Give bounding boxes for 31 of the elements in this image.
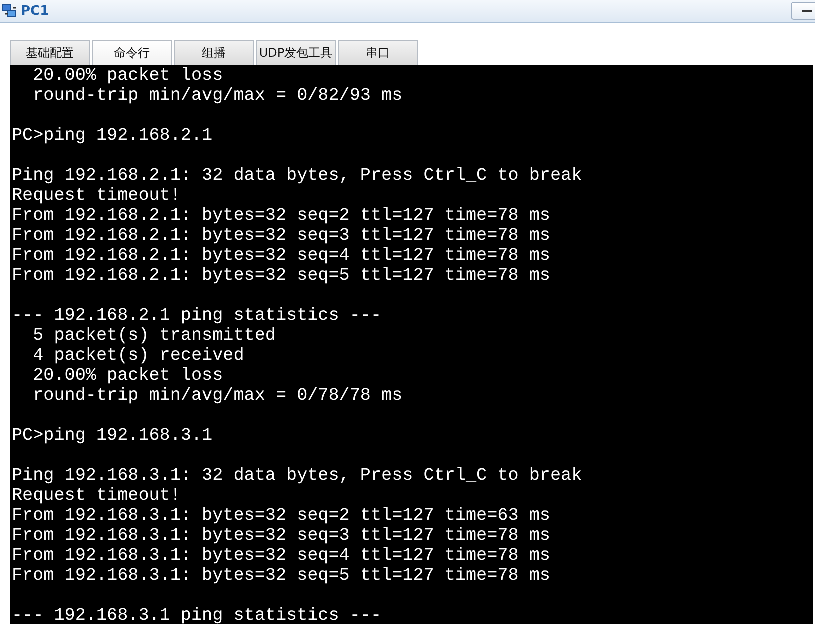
console-line: From 192.168.3.1: bytes=32 seq=2 ttl=127 time=63 ms (12, 506, 550, 526)
window-title: PC1 (21, 4, 50, 18)
console-line: Request timeout! (12, 486, 181, 506)
console-line: From 192.168.3.1: bytes=32 seq=3 ttl=127 time=78 ms (12, 526, 550, 546)
console-line: PC>ping 192.168.3.1 (12, 426, 213, 446)
console-line: From 192.168.3.1: bytes=32 seq=4 ttl=127 time=78 ms (12, 546, 550, 566)
console-line: Ping 192.168.3.1: 32 data bytes, Press Ctrl_C to break (12, 466, 582, 486)
tab[interactable]: 基础配置 (10, 40, 90, 65)
console-line: From 192.168.2.1: bytes=32 seq=4 ttl=127 time=78 ms (12, 246, 550, 266)
console-line: PC>ping 192.168.2.1 (12, 126, 213, 146)
console-line: 20.00% packet loss (32, 66, 224, 86)
console-line: From 192.168.3.1: bytes=32 seq=5 ttl=127 time=78 ms (12, 566, 550, 586)
console-line: From 192.168.2.1: bytes=32 seq=3 ttl=127 time=78 ms (12, 226, 550, 246)
console-line: From 192.168.2.1: bytes=32 seq=5 ttl=127 time=78 ms (12, 266, 550, 286)
tab[interactable]: 串口 (338, 40, 418, 65)
console-line: 4 packet(s) received (32, 346, 244, 366)
console-line: Ping 192.168.2.1: 32 data bytes, Press Ctrl_C to break (12, 166, 582, 186)
console-line: From 192.168.2.1: bytes=32 seq=2 ttl=127 time=78 ms (12, 206, 550, 226)
network-icon (2, 3, 18, 19)
tab[interactable]: 组播 (174, 40, 254, 65)
console-line: --- 192.168.3.1 ping statistics --- (12, 606, 382, 624)
minimize-button[interactable] (791, 2, 815, 20)
tab[interactable]: 命令行 (92, 40, 172, 65)
console-line: --- 192.168.2.1 ping statistics --- (12, 306, 382, 326)
console-line: round-trip min/avg/max = 0/78/78 ms (32, 386, 403, 406)
console-line: 5 packet(s) transmitted (32, 326, 276, 346)
console-line: 20.00% packet loss (32, 366, 224, 386)
console-line: round-trip min/avg/max = 0/82/93 ms (32, 86, 403, 106)
console-line: Request timeout! (12, 186, 181, 206)
tab[interactable]: UDP发包工具 (256, 40, 336, 65)
minimize-icon (802, 10, 812, 12)
